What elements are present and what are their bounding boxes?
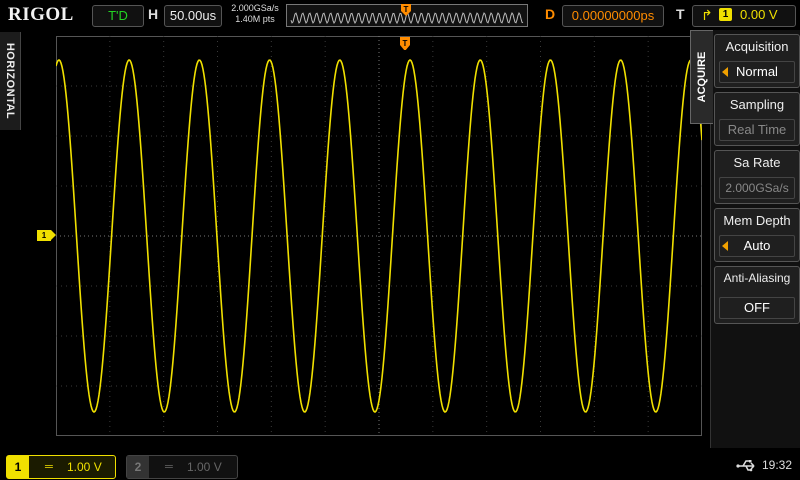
timebase-display[interactable]: 50.00us [164,5,222,27]
menu-item-sa-rate[interactable]: Sa Rate 2.000GSa/s [714,150,800,204]
dc-coupling-icon: ═ [45,461,53,473]
bottom-status-bar: 1 ═ 1.00 V 2 ═ 1.00 V 19:32 [0,452,800,480]
ch1-offset-marker[interactable]: 1 [37,230,56,241]
sampling-title: Sampling [729,97,785,112]
sampling-value: Real Time [719,119,795,141]
sa-rate-value: 2.000GSa/s [719,177,795,199]
dc-coupling-icon: ═ [165,461,173,473]
clock: 19:32 [762,458,793,472]
acquire-tab-label: ACQUIRE [696,51,708,103]
select-arrow-icon [722,67,728,77]
anti-aliasing-value[interactable]: OFF [719,297,795,319]
run-status-indicator[interactable]: T'D [92,5,144,27]
horizontal-label: H [148,6,159,22]
channel-2-scale: 1.00 V [187,460,222,474]
acquisition-value[interactable]: Normal [719,61,795,83]
acquisition-title: Acquisition [725,39,789,54]
mem-depth-value[interactable]: Auto [719,235,795,257]
menu-item-mem-depth[interactable]: Mem Depth Auto [714,208,800,262]
acquire-menu: Acquisition Normal Sampling Real Time Sa… [710,30,800,448]
svg-text:T: T [403,39,408,48]
horizontal-tab-label: HORIZONTAL [4,42,16,120]
menu-item-sampling[interactable]: Sampling Real Time [714,92,800,146]
delay-display[interactable]: 0.00000000ps [562,5,664,27]
anti-aliasing-title: Anti-Aliasing [723,271,791,285]
channel-1-box[interactable]: 1 ═ 1.00 V [6,455,116,479]
horizontal-side-tab[interactable]: HORIZONTAL [0,32,21,130]
usb-icon [736,460,755,472]
mem-depth-title: Mem Depth [723,213,791,228]
top-status-bar: RIGOL T'D H 50.00us 2.000GSa/s 1.40M pts… [0,0,800,30]
channel-1-number: 1 [7,456,29,478]
menu-item-anti-aliasing[interactable]: Anti-Aliasing OFF [714,266,800,324]
acquire-menu-tab[interactable]: ACQUIRE [690,30,713,124]
trigger-label: T [676,6,685,22]
brand-logo: RIGOL [8,4,74,25]
sa-rate-title: Sa Rate [733,155,781,170]
sample-info: 2.000GSa/s 1.40M pts [226,3,284,25]
memory-points-text: 1.40M pts [235,14,275,24]
menu-item-acquisition[interactable]: Acquisition Normal [714,34,800,88]
trigger-source-badge: 1 [719,8,732,21]
trigger-position-icon: T [401,4,411,16]
svg-text:T: T [404,5,409,14]
select-arrow-icon [722,241,728,251]
channel-1-scale: 1.00 V [67,460,102,474]
sample-rate-text: 2.000GSa/s [231,3,279,13]
trigger-position-marker[interactable]: T [399,36,411,50]
channel-2-box[interactable]: 2 ═ 1.00 V [126,455,238,479]
rising-edge-icon: ↱ [701,7,713,23]
channel-2-number: 2 [127,456,149,478]
trigger-level-display[interactable]: 0.00 V [740,5,778,25]
delay-label: D [545,6,556,22]
waveform-grid[interactable] [56,36,702,436]
